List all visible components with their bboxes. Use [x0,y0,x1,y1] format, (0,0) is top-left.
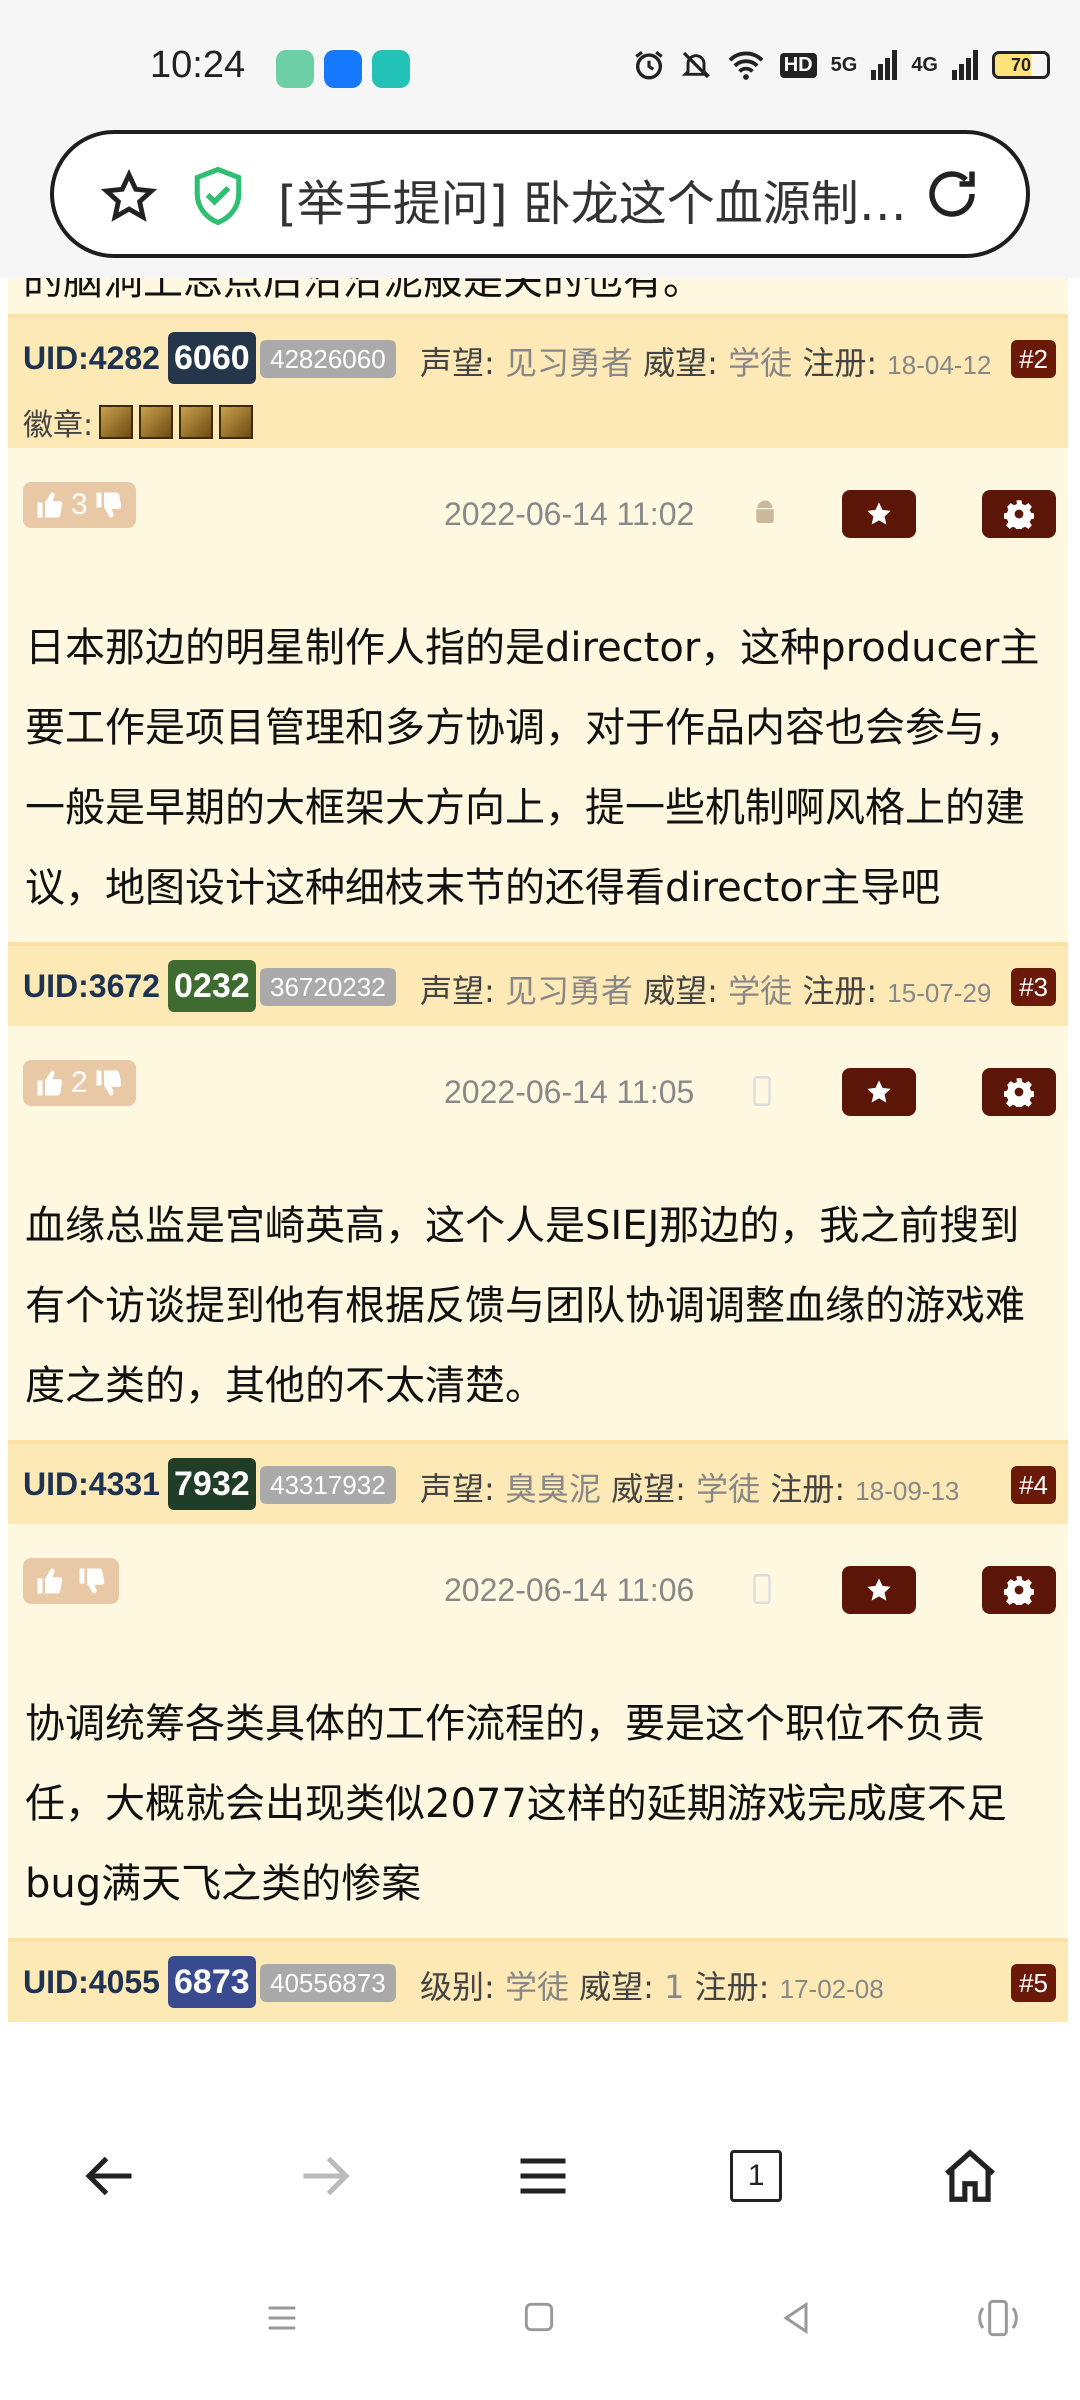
medal-icon [139,405,174,439]
vote-control [23,1558,119,1604]
page-title: [举手提问] 卧龙这个血源制… [278,176,907,232]
medals-label: 徽章: [23,408,94,443]
user-info-row: UID:4055 6873 40556873 级别: 学徒 威望: 1 注册: … [8,1938,1068,2022]
favorite-button[interactable] [842,1068,916,1116]
post-timestamp: 2022-06-14 11:05 [444,1074,695,1110]
uid-label[interactable]: UID:4055 [23,1964,160,2001]
post-body: 协调统筹各类具体的工作流程的，要是这个职位不负责任，大概就会出现类似2077这样… [8,1664,1068,1938]
clock: 10:24 [150,44,246,86]
thumbs-up-icon[interactable] [35,490,65,520]
thumbs-up-icon[interactable] [35,1068,65,1098]
reload-icon[interactable] [922,164,982,224]
thumbs-up-icon[interactable] [35,1566,65,1596]
vote-count: 2 [71,1066,88,1099]
alarm-icon [635,51,663,80]
floor-badge[interactable]: #4 [1011,1466,1056,1504]
tab-count: 1 [747,2159,765,2192]
uid-number: 40556873 [260,1964,396,2002]
uid-number: 42826060 [260,340,396,378]
medals-row: 徽章: [23,400,254,444]
hd-badge: HD [779,52,817,78]
uid-badge: 0232 [168,960,256,1012]
mute-icon [681,51,710,79]
secure-shield-icon [194,166,242,226]
tabs-button[interactable]: 1 [730,2150,783,2202]
uid-label[interactable]: UID:3672 [23,968,160,1005]
thumbs-down-icon[interactable] [94,1068,124,1098]
vote-count: 3 [71,488,88,521]
medal-icon [99,405,134,439]
uid-number: 43317932 [260,1466,396,1504]
thread-content[interactable]: 的脑洞上思点后沿沿泥般是关的也有。 UID:4282 6060 42826060… [0,278,1080,2100]
user-stats: 声望: 见习勇者 威望: 学徒 注册: 15-07-29 [420,972,992,1010]
wifi-icon [728,51,764,80]
gear-icon [1004,1576,1034,1605]
android-icon [756,500,774,523]
post-timestamp: 2022-06-14 11:06 [444,1572,695,1608]
favorite-button[interactable] [842,1566,916,1614]
medal-icon [219,405,254,439]
post-actions: 3 2022-06-14 11:02 [8,448,1068,588]
user-stats: 声望: 见习勇者 威望: 学徒 注册: 18-04-12 [420,344,992,382]
floor-badge[interactable]: #3 [1011,968,1056,1006]
notes-app-icon [276,50,314,88]
floor-badge[interactable]: #5 [1011,1964,1056,2002]
vote-control: 3 [23,482,136,528]
user-stats: 声望: 臭臭泥 威望: 学徒 注册: 18-09-13 [420,1470,960,1508]
settings-button[interactable] [982,1566,1056,1614]
medal-icon [179,405,214,439]
uid-number: 36720232 [260,968,396,1006]
home-square-icon[interactable] [520,2298,558,2336]
settings-button[interactable] [982,490,1056,538]
uid-label[interactable]: UID:4282 [23,340,160,377]
user-info-row: UID:4331 7932 43317932 声望: 臭臭泥 威望: 学徒 注册… [8,1440,1068,1524]
vote-control: 2 [23,1060,136,1106]
status-bar: 10:24 HD 5G 4G 70 [0,0,1080,118]
uid-badge: 6873 [168,1956,256,2008]
menu-icon[interactable] [513,2146,573,2206]
gear-icon [1004,500,1034,529]
star-icon [867,1578,891,1601]
back-triangle-icon[interactable] [776,2298,816,2338]
star-icon [867,1080,891,1103]
chat-app-icon [372,50,410,88]
favorite-button[interactable] [842,490,916,538]
post-timestamp: 2022-06-14 11:02 [444,496,695,532]
forward-arrow-icon[interactable] [296,2146,356,2206]
previous-post-text: 的脑洞上思点后沿沿泥般是关的也有。 [8,278,1068,314]
bookmark-star-icon[interactable] [100,168,158,226]
browser-bottom-nav: 1 [0,2100,1080,2252]
thumbs-down-icon[interactable] [77,1566,107,1596]
settings-button[interactable] [982,1068,1056,1116]
uid-badge: 7932 [168,1458,256,1510]
thumbs-down-icon[interactable] [94,490,124,520]
post-actions: 2 2022-06-14 11:05 [8,1026,1068,1166]
uid-badge: 6060 [168,332,256,384]
signal-5g-icon [871,50,898,80]
battery-indicator: 70 [992,51,1050,79]
system-nav-bar [0,2252,1080,2400]
back-arrow-icon[interactable] [79,2146,139,2206]
browser-toolbar: [举手提问] 卧龙这个血源制… [0,118,1080,278]
post-body: 血缘总监是宫崎英高，这个人是SIEJ那边的，我之前搜到有个访谈提到他有根据反馈与… [8,1166,1068,1440]
user-info-row: UID:4282 6060 42826060 声望: 见习勇者 威望: 学徒 注… [8,314,1068,448]
phone-icon [753,1574,771,1604]
phone-icon [753,1076,771,1106]
home-icon[interactable] [939,2145,1001,2207]
post-body: 日本那边的明星制作人指的是director，这种producer主要工作是项目管… [8,588,1068,942]
floor-badge[interactable]: #2 [1011,340,1056,378]
rotate-screen-icon[interactable] [974,2298,1022,2338]
uid-label[interactable]: UID:4331 [23,1466,160,1503]
star-icon [867,502,891,525]
network-4g: 4G [911,53,938,76]
user-info-row: UID:3672 0232 36720232 声望: 见习勇者 威望: 学徒 注… [8,942,1068,1026]
gear-icon [1004,1078,1034,1107]
user-stats: 级别: 学徒 威望: 1 注册: 17-02-08 [420,1968,884,2006]
recents-menu-icon[interactable] [262,2298,302,2338]
network-5g: 5G [830,53,858,76]
address-bar[interactable]: [举手提问] 卧龙这个血源制… [50,130,1030,258]
signal-4g-icon [952,50,978,80]
post-actions: 2022-06-14 11:06 [8,1524,1068,1664]
alipay-app-icon [324,50,362,88]
